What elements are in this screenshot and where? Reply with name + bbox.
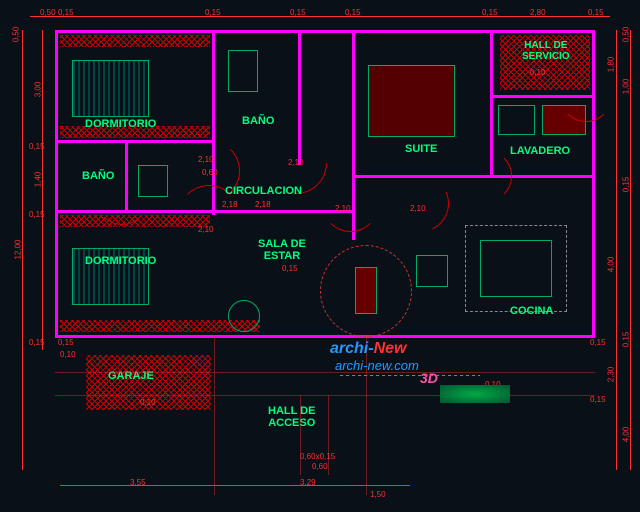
watermark-text: New <box>374 340 407 357</box>
dim-label: 2,80 <box>530 8 546 17</box>
dim-label: 2,10 <box>335 204 351 213</box>
room-label: CIRCULACION <box>225 185 302 197</box>
dim-label: 3,55 <box>130 478 146 487</box>
dim-label: 1,80 <box>606 57 615 73</box>
dimension-line <box>42 30 43 350</box>
round-table-icon <box>228 300 260 332</box>
dim-label: 0,15 <box>482 8 498 17</box>
dim-label: 0,15 <box>282 264 298 273</box>
dimension-line <box>630 30 631 470</box>
dimension-line <box>30 16 610 17</box>
dim-label: 3,29 <box>300 478 316 487</box>
room-label: SALA DE ESTAR <box>258 238 306 262</box>
room-label: HALL DE ACCESO <box>268 405 315 429</box>
room-label: COCINA <box>510 305 553 317</box>
dim-label: 0,10 <box>60 350 76 359</box>
dim-label: 2,10 <box>198 225 214 234</box>
dim-label: 0,15 <box>588 8 604 17</box>
room-label: LAVADERO <box>510 145 570 157</box>
dim-label: 0,60x0,15 <box>300 452 335 461</box>
dimension-line <box>616 30 617 470</box>
dim-label: 0,15 <box>621 332 630 348</box>
watermark-url: archi-new.com <box>335 358 419 373</box>
dim-label: 2,30 <box>606 367 615 383</box>
room-label: BAÑO <box>82 170 114 182</box>
wall <box>55 335 595 338</box>
appliance-icon <box>498 105 535 135</box>
dim-label: 0,10 <box>140 398 156 407</box>
dim-label: 0,15 <box>590 395 606 404</box>
dim-label: 0,15 <box>621 177 630 193</box>
hatch <box>60 35 210 47</box>
dim-label: 2,10 <box>410 204 426 213</box>
dim-label: 0,15 <box>58 338 74 347</box>
room-label: HALL DE SERVICIO <box>522 40 570 62</box>
bed-suite-icon <box>368 65 455 137</box>
dim-label: 2,10 <box>288 158 304 167</box>
dining-chairs-outline <box>465 225 567 312</box>
wall <box>55 140 215 143</box>
dim-label: 0,50 <box>621 27 630 43</box>
watermark-text: archi- <box>330 340 374 357</box>
door-arc-icon <box>460 150 512 202</box>
room-label: BAÑO <box>242 115 274 127</box>
wall <box>55 30 58 338</box>
ext-line <box>300 395 301 475</box>
dim-label: 0,15 <box>345 8 361 17</box>
dim-label: 0,15 <box>29 210 45 219</box>
wall <box>55 30 595 33</box>
room-label: SUITE <box>405 143 437 155</box>
dim-label: 0,50 <box>40 8 56 17</box>
dim-label: 2,18 <box>222 200 238 209</box>
dim-label: 1,00 <box>621 79 630 95</box>
dim-label: 0,15 <box>58 8 74 17</box>
dim-label: 0,50 <box>11 27 20 43</box>
watermark-wave <box>340 375 480 376</box>
dim-label: 4,00 <box>621 427 630 443</box>
watermark: archi-New <box>330 340 406 358</box>
dim-label: 2,18 <box>255 200 271 209</box>
dim-label: 0,15 <box>29 338 45 347</box>
dim-label: 0,60 <box>312 462 328 471</box>
room-label: DORMITORIO <box>85 255 156 267</box>
ext-line <box>328 395 329 475</box>
dim-label: 4,00 <box>606 257 615 273</box>
cad-floorplan: DORMITORIO DORMITORIO BAÑO BAÑO CIRCULAC… <box>0 0 640 512</box>
dim-label: 0,10 <box>530 68 546 77</box>
dim-label: 0,15 <box>590 338 606 347</box>
ext-line <box>55 372 595 373</box>
watermark-3d: 3D <box>420 370 438 386</box>
dim-label: 0,60 <box>202 168 218 177</box>
room-label: DORMITORIO <box>85 118 156 130</box>
dim-label: 1,40 <box>33 172 42 188</box>
plant-icon <box>440 385 510 403</box>
sofa-icon <box>355 267 377 314</box>
bed-icon <box>72 60 149 117</box>
dimension-line <box>60 485 410 486</box>
stove-icon <box>416 255 448 287</box>
dim-label: 0,15 <box>205 8 221 17</box>
dim-label: 0,15 <box>29 142 45 151</box>
dim-label: 2,10 <box>198 155 214 164</box>
dim-label: 0,15 <box>290 8 306 17</box>
dim-label: 12,00 <box>14 239 23 259</box>
ext-line <box>214 335 215 495</box>
door-arc-icon <box>560 70 612 122</box>
ext-line <box>55 395 595 396</box>
dim-label: 1,50 <box>370 490 386 499</box>
toilet-icon <box>228 50 258 92</box>
dim-label: 3,00 <box>33 82 42 98</box>
